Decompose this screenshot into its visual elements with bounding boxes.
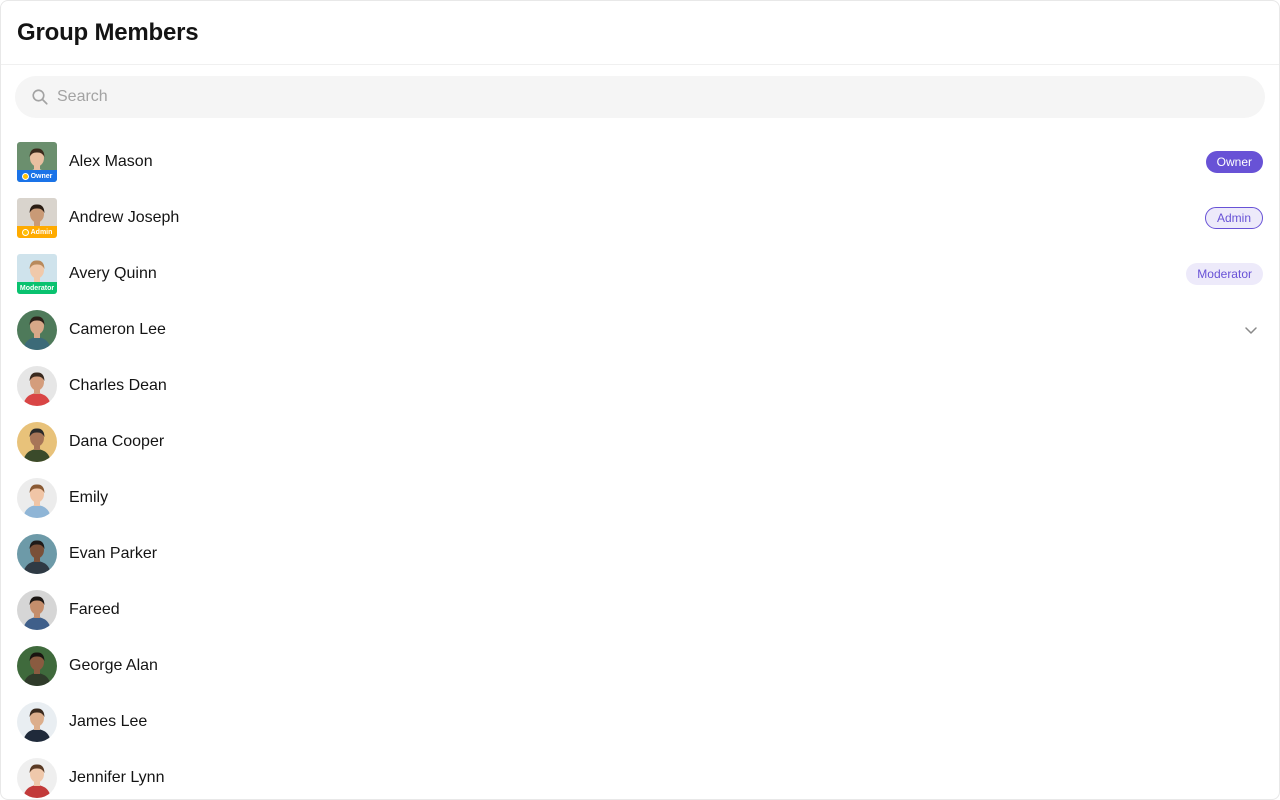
member-name: Alex Mason xyxy=(69,153,153,170)
member-name: Fareed xyxy=(69,601,120,618)
role-tag: Admin xyxy=(1204,207,1263,229)
star-icon xyxy=(21,172,29,180)
avatar xyxy=(17,758,57,798)
search-bar-wrapper xyxy=(1,65,1279,118)
member-name: Dana Cooper xyxy=(69,433,165,450)
avatar: Admin xyxy=(17,198,57,238)
page-title: Group Members xyxy=(17,18,199,46)
member-actions: Owner xyxy=(1205,151,1263,173)
member-name: Avery Quinn xyxy=(69,265,157,282)
member-actions: Admin xyxy=(1204,207,1263,229)
avatar-photo xyxy=(17,366,57,406)
avatar-photo xyxy=(17,646,57,686)
header: Group Members xyxy=(1,1,1279,65)
member-row[interactable]: James Lee xyxy=(1,694,1279,750)
group-members-panel: Group Members OwnerAlex MasonOwnerAdminA… xyxy=(0,0,1280,800)
scope-badge-label: Moderator xyxy=(19,284,55,292)
avatar-photo xyxy=(17,758,57,798)
member-name: Evan Parker xyxy=(69,545,158,562)
member-name: Jennifer Lynn xyxy=(69,769,165,786)
scope-badge-label: Owner xyxy=(30,172,53,180)
member-name: Cameron Lee xyxy=(69,321,166,338)
member-name: George Alan xyxy=(69,657,158,674)
member-row[interactable]: George Alan xyxy=(1,638,1279,694)
member-name: Emily xyxy=(69,489,109,506)
avatar-photo xyxy=(17,702,57,742)
role-tag: Owner xyxy=(1205,151,1263,173)
avatar xyxy=(17,366,57,406)
avatar: Owner xyxy=(17,142,57,182)
member-row[interactable]: Cameron Lee xyxy=(1,302,1279,358)
search-input[interactable] xyxy=(57,88,1265,106)
avatar-photo xyxy=(17,534,57,574)
member-row[interactable]: Fareed xyxy=(1,582,1279,638)
member-row[interactable]: Admin Andrew Joseph Admin xyxy=(1,190,1279,246)
avatar xyxy=(17,702,57,742)
member-row[interactable]: Moderator Avery Quinn Moderator xyxy=(1,246,1279,302)
member-row[interactable]: Dana Cooper xyxy=(1,414,1279,470)
chevron-down-icon[interactable] xyxy=(1243,322,1259,338)
member-row[interactable]: Jennifer Lynn xyxy=(1,750,1279,799)
avatar-photo xyxy=(17,590,57,630)
member-name: Charles Dean xyxy=(69,377,167,394)
scope-badge: Moderator xyxy=(17,282,57,294)
avatar xyxy=(17,590,57,630)
star-icon xyxy=(21,228,29,236)
role-tag: Moderator xyxy=(1186,263,1263,285)
member-list: Owner Alex Mason Owner Admin Andrew Joseph Ad… xyxy=(1,118,1279,799)
avatar xyxy=(17,534,57,574)
avatar xyxy=(17,422,57,462)
scope-badge: Admin xyxy=(17,226,57,238)
search-icon xyxy=(32,89,48,105)
avatar xyxy=(17,310,57,350)
member-row[interactable]: Owner Alex Mason Owner xyxy=(1,134,1279,190)
member-name: James Lee xyxy=(69,713,148,730)
member-row[interactable]: Charles Dean xyxy=(1,358,1279,414)
avatar xyxy=(17,646,57,686)
member-row[interactable]: Evan Parker xyxy=(1,526,1279,582)
scope-badge: Owner xyxy=(17,170,57,182)
scope-badge-label: Admin xyxy=(30,228,53,236)
avatar: Moderator xyxy=(17,254,57,294)
member-row[interactable]: Emily xyxy=(1,470,1279,526)
avatar-photo xyxy=(17,310,57,350)
member-actions: Moderator xyxy=(1186,263,1263,285)
avatar xyxy=(17,478,57,518)
member-name: Andrew Joseph xyxy=(69,209,180,226)
avatar-photo xyxy=(17,478,57,518)
avatar-photo xyxy=(17,422,57,462)
search-bar[interactable] xyxy=(15,76,1265,118)
member-actions xyxy=(1243,322,1263,338)
